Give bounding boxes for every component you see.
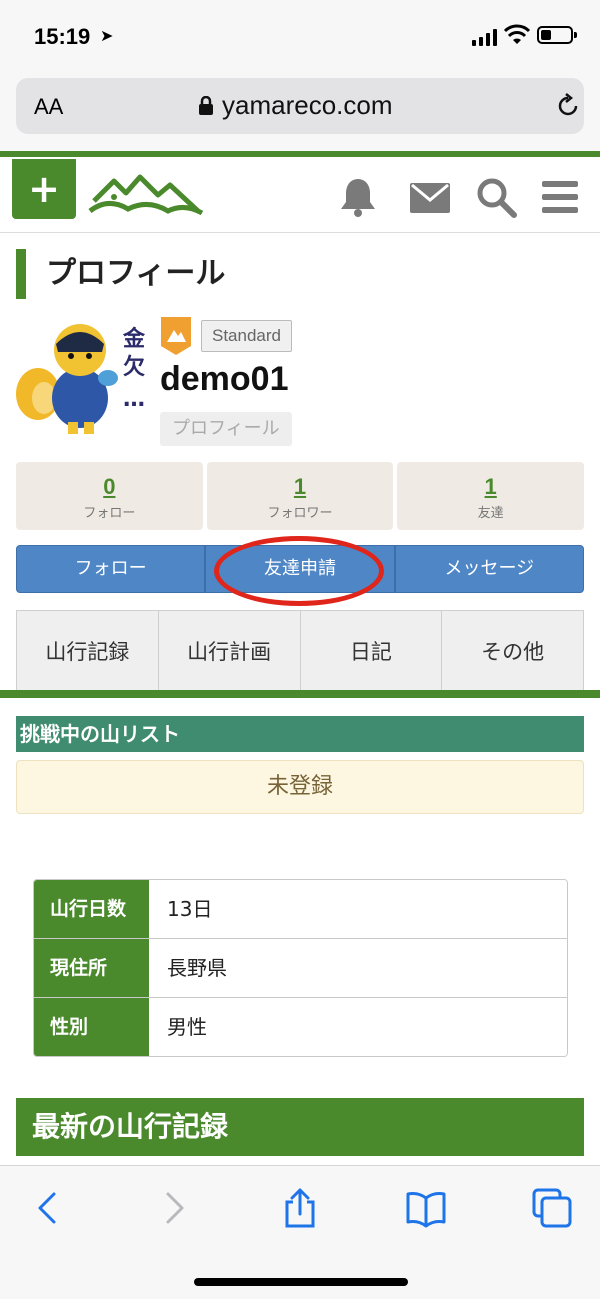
browser-toolbar [0, 1165, 600, 1299]
battery-icon [537, 26, 577, 44]
profile-tabs: 山行記録 山行計画 日記 その他 [16, 610, 584, 692]
tab-climbing-records[interactable]: 山行記録 [17, 611, 159, 692]
table-row: 現住所 長野県 [34, 939, 567, 998]
message-button[interactable]: メッセージ [394, 545, 584, 593]
yamareco-logo[interactable] [88, 171, 204, 217]
info-value: 長野県 [149, 939, 567, 997]
stat-followers[interactable]: 1 フォロワー [206, 462, 394, 530]
info-key: 山行日数 [34, 880, 149, 938]
share-icon[interactable] [280, 1188, 320, 1228]
wifi-icon [504, 24, 530, 44]
annotation-highlight-circle [214, 536, 384, 606]
svg-text:金: 金 [122, 326, 146, 352]
svg-text:欠: 欠 [123, 354, 145, 380]
stats-bar: 0 フォロー 1 フォロワー 1 友達 [16, 462, 585, 530]
stat-value[interactable]: 1 [207, 474, 394, 500]
search-icon[interactable] [474, 175, 518, 219]
status-bar: 15:19 ➤ [0, 0, 600, 72]
reload-icon[interactable] [554, 92, 582, 120]
latest-records-heading: 最新の山行記録 [16, 1098, 584, 1156]
text-size-button[interactable]: AA [34, 94, 63, 120]
table-row: 山行日数 13日 [34, 880, 567, 939]
page-title: プロフィール [16, 249, 225, 299]
status-time: 15:19 [34, 24, 91, 49]
tab-climbing-plans[interactable]: 山行計画 [159, 611, 301, 692]
stat-label: フォロワー [267, 506, 333, 521]
username: demo01 [160, 360, 289, 398]
challenge-list-empty: 未登録 [16, 760, 584, 814]
address-bar[interactable]: AA yamareco.com [16, 78, 584, 134]
table-row: 性別 男性 [34, 998, 567, 1056]
stat-label: 友達 [477, 506, 504, 521]
bell-icon[interactable] [336, 175, 380, 219]
lock-icon [199, 96, 213, 115]
home-indicator [194, 1278, 408, 1286]
menu-icon[interactable] [540, 175, 584, 219]
tab-other[interactable]: その他 [442, 611, 583, 692]
tabs-underline [0, 690, 600, 698]
add-record-button[interactable]: + [12, 159, 76, 219]
tab-diary[interactable]: 日記 [301, 611, 443, 692]
stat-value[interactable]: 1 [397, 474, 584, 500]
avatar[interactable]: 金 欠 … [16, 316, 150, 440]
profile-info-table: 山行日数 13日 現住所 長野県 性別 男性 [33, 879, 568, 1057]
browser-address-area: AA yamareco.com [0, 72, 600, 152]
back-icon[interactable] [28, 1188, 68, 1228]
follow-button[interactable]: フォロー [16, 545, 206, 593]
mail-icon[interactable] [408, 175, 452, 219]
stat-value[interactable]: 0 [16, 474, 203, 500]
site-header: + [0, 157, 600, 233]
forward-icon[interactable] [154, 1188, 194, 1228]
stat-friends[interactable]: 1 友達 [397, 462, 585, 530]
info-key: 性別 [34, 998, 149, 1056]
svg-text:…: … [123, 387, 145, 412]
cellular-signal-icon [472, 28, 497, 46]
info-value: 13日 [149, 880, 567, 938]
challenge-list-heading: 挑戦中の山リスト [16, 716, 584, 752]
url-text[interactable]: yamareco.com [222, 90, 393, 121]
location-arrow-icon: ➤ [100, 26, 114, 45]
tabs-icon[interactable] [532, 1188, 572, 1228]
stat-following[interactable]: 0 フォロー [16, 462, 203, 530]
bookmarks-icon[interactable] [406, 1188, 446, 1228]
profile-link[interactable]: プロフィール [160, 412, 292, 446]
stat-label: フォロー [83, 506, 136, 521]
info-value: 男性 [149, 998, 567, 1056]
rank-badge-icon [161, 317, 191, 355]
plan-badge: Standard [201, 320, 292, 352]
info-key: 現住所 [34, 939, 149, 997]
